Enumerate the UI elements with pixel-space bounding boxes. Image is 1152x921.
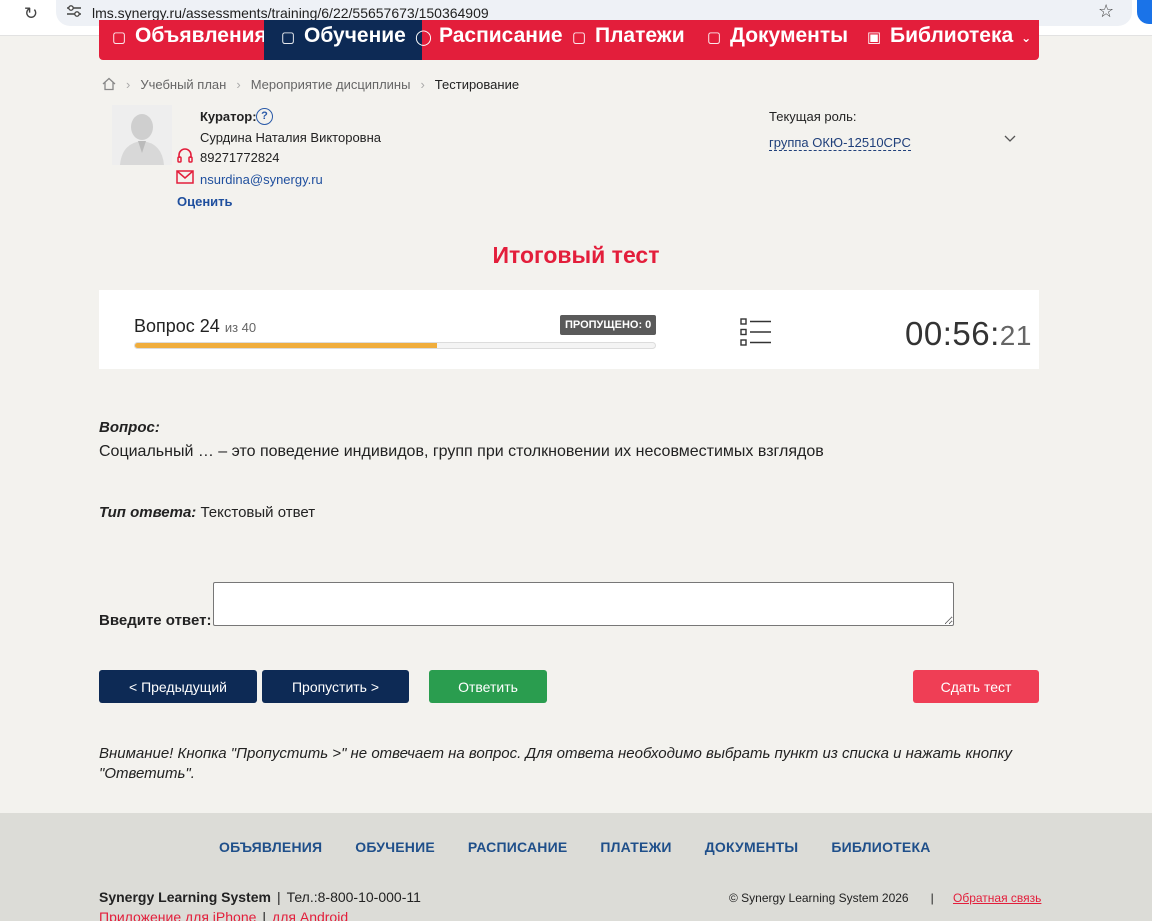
footer-link-documents[interactable]: ДОКУМЕНТЫ xyxy=(705,839,799,855)
footer-link-schedule[interactable]: РАСПИСАНИЕ xyxy=(468,839,568,855)
skipped-badge: ПРОПУЩЕНО: 0 xyxy=(560,315,657,335)
question-counter: Вопрос 24 из 40 xyxy=(134,316,256,337)
breadcrumb-item-curriculum[interactable]: Учебный план xyxy=(140,77,226,92)
footer-copyright: © Synergy Learning System 2026 | xyxy=(729,891,954,905)
app-iphone-link[interactable]: Приложение для iPhone xyxy=(99,909,256,921)
footer-nav: ОБЪЯВЛЕНИЯ ОБУЧЕНИЕ РАСПИСАНИЕ ПЛАТЕЖИ Д… xyxy=(219,839,964,855)
skip-warning: Внимание! Кнопка "Пропустить >" не отвеч… xyxy=(99,745,1012,782)
answer-type-label: Тип ответа: xyxy=(99,504,197,521)
breadcrumb-separator-icon: › xyxy=(236,76,241,92)
answer-label: Введите ответ: xyxy=(99,612,212,629)
address-url[interactable]: lms.synergy.ru/assessments/training/6/22… xyxy=(92,5,489,21)
answer-button[interactable]: Ответить xyxy=(429,670,547,703)
nav-item-documents[interactable]: ▢ Документы xyxy=(706,20,848,60)
curator-title: Куратор: xyxy=(200,109,257,124)
progress-bar-fill xyxy=(135,343,437,348)
curator-avatar xyxy=(112,105,172,165)
footer-link-announcements[interactable]: ОБЪЯВЛЕНИЯ xyxy=(219,839,322,855)
nav-item-schedule[interactable]: ◯ Расписание xyxy=(415,20,563,60)
footer-link-library[interactable]: БИБЛИОТЕКА xyxy=(831,839,930,855)
curator-phone: 89271772824 xyxy=(200,150,280,165)
library-icon: ▣ xyxy=(866,29,882,46)
breadcrumb-separator-icon: › xyxy=(126,76,131,92)
footer-link-learning[interactable]: ОБУЧЕНИЕ xyxy=(355,839,435,855)
skip-button[interactable]: Пропустить > xyxy=(262,670,409,703)
footer-brand: Synergy Learning System xyxy=(99,889,271,905)
answer-input[interactable] xyxy=(213,582,954,626)
profile-avatar[interactable] xyxy=(1137,0,1152,24)
chevron-down-icon: ⌄ xyxy=(1021,31,1032,45)
answer-type: Тип ответа: Текстовый ответ xyxy=(99,504,315,521)
footer-brand-line: Synergy Learning System | Тел.:8-800-10-00… xyxy=(99,889,421,905)
breadcrumb-item-discipline-event[interactable]: Мероприятие дисциплины xyxy=(251,77,411,92)
breadcrumb: › Учебный план › Мероприятие дисциплины … xyxy=(102,75,519,93)
nav-item-learning[interactable]: ▢ Обучение xyxy=(264,20,422,60)
main-nav: ▢ Объявления ▢ Обучение ◯ Расписание ▢ Плате… xyxy=(99,20,1039,60)
rate-curator-link[interactable]: Оценить xyxy=(177,194,233,209)
test-progress-panel: Вопрос 24 из 40 ПРОПУЩЕНО: 0 00:56:21 xyxy=(99,290,1039,369)
previous-button[interactable]: < Предыдущий xyxy=(99,670,257,703)
question-list-icon[interactable] xyxy=(740,318,772,346)
finish-test-button[interactable]: Сдать тест xyxy=(913,670,1039,703)
help-icon[interactable]: ? xyxy=(256,108,273,125)
footer-separator: | xyxy=(276,889,281,905)
headset-icon xyxy=(176,147,194,165)
chevron-down-icon[interactable] xyxy=(1003,131,1017,145)
bookmark-star-icon[interactable]: ☆ xyxy=(1098,1,1114,22)
app-android-link[interactable]: для Android xyxy=(272,909,348,921)
footer-phone: Тел.:8-800-10-000-11 xyxy=(286,889,421,905)
document-icon: ▢ xyxy=(706,29,722,46)
copyright-text: © Synergy Learning System 2026 xyxy=(729,891,909,905)
role-select[interactable]: группа ОКЮ-12510СРС xyxy=(769,135,911,151)
role-label: Текущая роль: xyxy=(769,109,857,124)
curator-email-link[interactable]: nsurdina@synergy.ru xyxy=(200,172,323,187)
clock-icon: ◯ xyxy=(415,29,432,46)
test-timer: 00:56:21 xyxy=(905,315,1032,353)
curator-name: Сурдина Наталия Викторовна xyxy=(200,130,381,145)
timer-seconds: 21 xyxy=(999,320,1032,351)
progress-bar xyxy=(134,342,656,349)
announcement-icon: ▢ xyxy=(111,29,127,46)
footer-link-payments[interactable]: ПЛАТЕЖИ xyxy=(600,839,671,855)
footer: ОБЪЯВЛЕНИЯ ОБУЧЕНИЕ РАСПИСАНИЕ ПЛАТЕЖИ Д… xyxy=(0,813,1152,921)
feedback-link[interactable]: Обратная связь xyxy=(953,891,1041,905)
question-number: Вопрос 24 xyxy=(134,316,220,336)
home-icon[interactable] xyxy=(102,77,116,91)
question-text: Социальный … – это поведение индивидов, … xyxy=(99,443,824,460)
breadcrumb-item-testing: Тестирование xyxy=(434,76,520,92)
question-heading: Вопрос: xyxy=(99,419,160,436)
breadcrumb-separator-icon: › xyxy=(420,76,425,92)
page-title: Итоговый тест xyxy=(492,242,660,268)
timer-main: 00:56: xyxy=(905,315,1000,352)
footer-separator: | xyxy=(262,909,267,921)
nav-item-payments[interactable]: ▢ Платежи xyxy=(571,20,685,60)
nav-item-library[interactable]: ▣ Библиотека ⌄ xyxy=(866,20,1031,60)
footer-apps: Приложение для iPhone | для Android xyxy=(99,909,348,921)
reload-icon[interactable]: ↻ xyxy=(20,3,42,25)
answer-type-value: Текстовый ответ xyxy=(200,504,316,521)
footer-separator: | xyxy=(930,891,934,905)
question-total: из 40 xyxy=(224,320,257,335)
nav-item-announcements[interactable]: ▢ Объявления xyxy=(111,20,267,60)
payment-icon: ▢ xyxy=(571,29,587,46)
learning-icon: ▢ xyxy=(280,29,296,46)
mail-icon xyxy=(176,170,194,186)
site-info-icon[interactable] xyxy=(66,4,84,20)
